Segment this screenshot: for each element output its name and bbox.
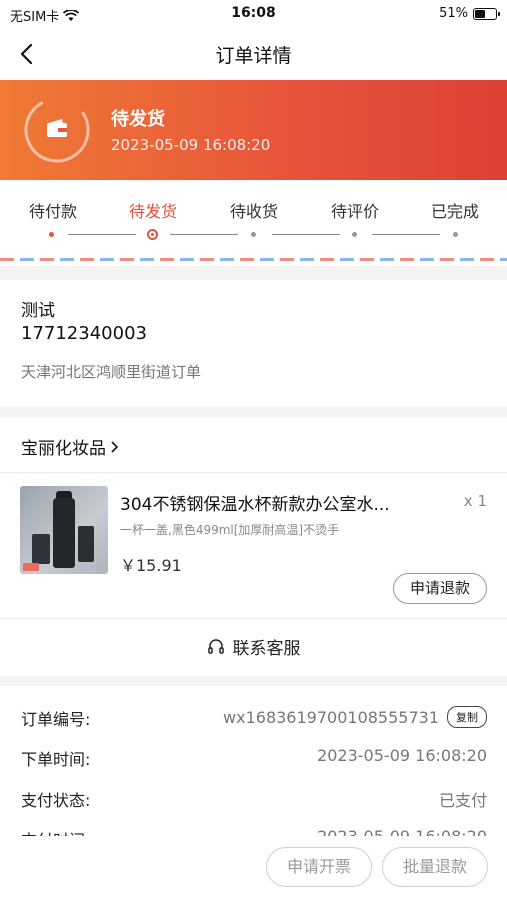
- contact-service-button[interactable]: 联系客服: [0, 634, 507, 659]
- divider: [0, 618, 507, 619]
- order-number: wx1683619700108555731: [223, 708, 439, 727]
- battery: 51%: [439, 6, 500, 21]
- clock: 16:08: [231, 5, 276, 21]
- recipient-phone: 17712340003: [21, 323, 147, 344]
- order-status: 待发货: [111, 109, 165, 130]
- battery-percent: 51%: [439, 6, 468, 21]
- copy-button[interactable]: 复制: [447, 706, 487, 728]
- battery-icon: [473, 7, 500, 20]
- step-label: 待付款: [28, 202, 77, 221]
- step-dot: [352, 232, 357, 237]
- contact-service-label: 联系客服: [232, 639, 301, 659]
- page-title: 订单详情: [215, 45, 292, 67]
- step-line: [372, 234, 440, 235]
- invoice-button[interactable]: 申请开票: [266, 847, 372, 887]
- recipient-address: 天津河北区鸿顺里街道订单: [21, 363, 202, 381]
- step-line: [272, 234, 340, 235]
- order-time-row: 下单时间: 2023-05-09 16:08:20: [21, 746, 487, 770]
- bottom-action-bar: 申请开票 批量退款: [0, 836, 507, 900]
- recipient-name: 测试: [21, 301, 55, 321]
- order-status-time: 2023-05-09 16:08:20: [111, 136, 271, 154]
- step-line: [68, 234, 136, 235]
- step-label: 待发货: [128, 202, 177, 221]
- batch-refund-button[interactable]: 批量退款: [382, 847, 488, 887]
- step-label: 待收货: [229, 202, 278, 221]
- shipping-address: 测试 17712340003 天津河北区鸿顺里街道订单: [0, 280, 507, 406]
- shop-link[interactable]: 宝丽化妆品: [21, 434, 120, 459]
- product-image[interactable]: [20, 486, 108, 574]
- airmail-divider: [0, 258, 507, 261]
- headset-icon: [207, 638, 224, 654]
- order-number-value: wx1683619700108555731 复制: [223, 706, 487, 728]
- order-number-label: 订单编号:: [21, 710, 91, 729]
- order-number-row: 订单编号: wx1683619700108555731 复制: [21, 706, 487, 730]
- chevron-right-icon: [111, 440, 119, 453]
- product-spec: 一杯一盖,黑色499ml[加厚耐高温]不烫手: [120, 523, 340, 537]
- pay-status-value: 已支付: [438, 791, 487, 810]
- order-time-label: 下单时间:: [21, 750, 91, 769]
- order-items-card: 宝丽化妆品 304不锈钢保温水杯新款办公室水... x 1 一杯一盖,黑色499…: [0, 418, 507, 676]
- order-time-value: 2023-05-09 16:08:20: [317, 746, 487, 765]
- step-label: 待评价: [330, 202, 379, 221]
- pay-status-label: 支付状态:: [21, 791, 91, 810]
- product-title[interactable]: 304不锈钢保温水杯新款办公室水...: [120, 490, 420, 515]
- product-price: ￥15.91: [120, 556, 182, 575]
- wallet-icon: [24, 97, 90, 163]
- divider: [0, 472, 507, 473]
- status-bar: 无SIM卡 16:08 51%: [0, 0, 507, 28]
- step-dot: [49, 232, 54, 237]
- step-label: 已完成: [430, 202, 479, 221]
- step-line: [170, 234, 238, 235]
- step-dot-current: [147, 229, 158, 240]
- product-qty: x 1: [463, 492, 487, 510]
- refund-button[interactable]: 申请退款: [393, 573, 487, 604]
- pay-status-row: 支付状态: 已支付: [21, 787, 487, 811]
- shop-name: 宝丽化妆品: [21, 439, 106, 459]
- step-dot: [251, 232, 256, 237]
- order-status-banner: 待发货 2023-05-09 16:08:20: [0, 80, 507, 180]
- step-dot: [453, 232, 458, 237]
- order-progress: 待付款 待发货 待收货 待评价 已完成: [0, 180, 507, 266]
- nav-bar: 订单详情: [0, 28, 507, 80]
